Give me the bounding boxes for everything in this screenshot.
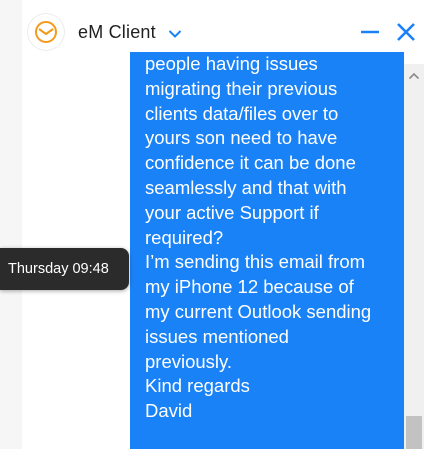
chat-window: eM Client people having issues migrating…	[0, 0, 424, 449]
message-line: clients data/files over to	[145, 102, 339, 124]
message-line: seamlessly and that with	[145, 176, 347, 198]
vertical-scrollbar[interactable]	[404, 64, 424, 449]
timestamp-tooltip: Thursday 09:48	[0, 248, 129, 290]
message-line: previously.	[145, 350, 233, 372]
scrollbar-thumb[interactable]	[406, 416, 422, 449]
message-line: I’m sending this email from	[145, 251, 366, 273]
close-icon[interactable]	[394, 20, 418, 44]
message-line: confidence it can be done	[145, 152, 356, 174]
message-line: issues mentioned	[145, 325, 289, 347]
message-bubble[interactable]: people having issues migrating their pre…	[130, 52, 404, 449]
em-client-logo-icon	[28, 14, 64, 50]
chevron-down-icon[interactable]	[168, 26, 182, 44]
message-line: David	[145, 400, 193, 422]
message-line: yours son need to have	[145, 127, 338, 149]
left-panel-edge	[0, 0, 23, 449]
app-title: eM Client	[78, 22, 156, 42]
message-line: my iPhone 12 because of	[145, 276, 354, 298]
minimize-icon[interactable]	[358, 20, 382, 44]
message-line: your active Support if	[145, 201, 319, 223]
message-body: people having issues migrating their pre…	[145, 52, 394, 424]
message-line: people having issues	[145, 53, 318, 74]
message-line: my current Outlook sending	[145, 300, 372, 322]
arrow-up-icon[interactable]	[408, 68, 420, 80]
message-line: required?	[145, 226, 224, 248]
message-line: Kind regards	[145, 375, 250, 397]
message-line: migrating their previous	[145, 77, 338, 99]
